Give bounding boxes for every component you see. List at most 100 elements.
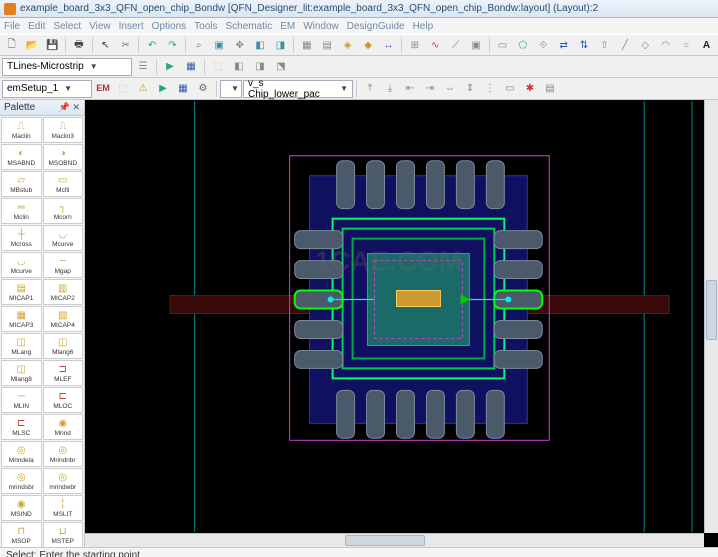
palette-item-mgap[interactable]: ╌Mgap (43, 252, 84, 278)
goto-results-icon[interactable]: ▦ (181, 58, 201, 76)
pan-icon[interactable]: ✥ (230, 36, 249, 54)
palette-item-mcurve[interactable]: ◡Mcurve (1, 252, 42, 278)
print-icon[interactable]: 🖶 (69, 36, 88, 54)
scrollbar-thumb[interactable] (706, 280, 717, 340)
em-setup-icon[interactable]: EM (93, 79, 113, 97)
measure-icon[interactable]: ↔ (379, 36, 398, 54)
menu-options[interactable]: Options (152, 21, 186, 32)
warning-icon[interactable]: ⚠ (133, 80, 153, 98)
save-icon[interactable]: 💾 (43, 36, 62, 54)
menu-schematic[interactable]: Schematic (226, 21, 273, 32)
redo-icon[interactable]: ↷ (163, 36, 182, 54)
menu-file[interactable]: File (4, 21, 20, 32)
menu-edit[interactable]: Edit (28, 21, 45, 32)
layer-swatch-dropdown[interactable]: ▼ (220, 80, 242, 98)
palette-item-mloc[interactable]: ⊏MLOC (43, 387, 84, 413)
center-v-icon[interactable]: ⇕ (460, 80, 480, 98)
palette-item-maclin3[interactable]: ⎍Maclin3 (43, 117, 84, 143)
palette-item-mlin[interactable]: ─MLIN (1, 387, 42, 413)
menu-window[interactable]: Window (303, 21, 339, 32)
align-left-icon[interactable]: ⇤ (400, 80, 420, 98)
palette-item-mlang[interactable]: ◫MLang (1, 333, 42, 359)
palette-item-micap4[interactable]: ▧MICAP4 (43, 306, 84, 332)
layer-name-dropdown[interactable]: v_s Chip_lower_pac ▼ (243, 80, 353, 98)
palette-item-maclin[interactable]: ⎍Maclin (1, 117, 42, 143)
poly-icon[interactable]: ⬠ (513, 36, 532, 54)
view-front-icon[interactable]: ◧ (229, 58, 249, 76)
layers-icon[interactable]: ▤ (318, 36, 337, 54)
horizontal-scrollbar[interactable] (85, 533, 704, 547)
settings-icon[interactable]: ◈ (338, 36, 357, 54)
results-icon[interactable]: ▦ (173, 80, 193, 98)
palette-item-mlang8[interactable]: ◫Mlang8 (1, 360, 42, 386)
ic-icon[interactable]: ▣ (466, 36, 485, 54)
palette-item-mrindwbr[interactable]: ◎mrindwbr (43, 468, 84, 494)
align-bottom-icon[interactable]: ⤓ (380, 80, 400, 98)
align-right-icon[interactable]: ⇥ (420, 80, 440, 98)
curve-icon[interactable]: ◠ (656, 36, 675, 54)
cube-icon[interactable]: ⬚ (113, 80, 133, 98)
new-icon[interactable]: 🗋 (2, 36, 21, 54)
list-icon[interactable]: ☰ (133, 58, 153, 76)
palette-item-mcurve[interactable]: ◡Mcurve (43, 225, 84, 251)
flip-h-icon[interactable]: ⇄ (554, 36, 573, 54)
palette-item-micap1[interactable]: ▤MICAP1 (1, 279, 42, 305)
palette-item-mrind[interactable]: ◉Mrind (43, 414, 84, 440)
arrow-up-icon[interactable]: ⇧ (595, 36, 614, 54)
palette-item-msabnd[interactable]: ◐MSABND (1, 144, 42, 170)
palette-item-mcorn[interactable]: ┐Mcorn (43, 198, 84, 224)
open-icon[interactable]: 📂 (22, 36, 41, 54)
layout-canvas[interactable]: 1CAE.COM (85, 100, 704, 533)
rotate-45-icon[interactable]: ⟐ (534, 36, 553, 54)
palette-item-mcfil[interactable]: ▭Mcfil (43, 171, 84, 197)
align-top-icon[interactable]: ⤒ (360, 80, 380, 98)
group-icon[interactable]: ▭ (500, 80, 520, 98)
snap-icon[interactable]: ✱ (520, 80, 540, 98)
palette-item-msind[interactable]: ◉MSIND (1, 495, 42, 521)
component-icon[interactable]: ⊞ (405, 36, 424, 54)
view-side-icon[interactable]: ◨ (250, 58, 270, 76)
circle-icon[interactable]: ○ (676, 36, 695, 54)
palette-category-dropdown[interactable]: TLines-Microstrip ▼ (2, 58, 132, 76)
menu-designguide[interactable]: DesignGuide (347, 21, 405, 32)
palette-item-mrindnbr[interactable]: ◎Mrindnbr (43, 441, 84, 467)
em-setup-dropdown[interactable]: emSetup_1 ▼ (2, 80, 92, 98)
palette-item-msop[interactable]: ⊓MSOP (1, 522, 42, 547)
palette-item-mlang6[interactable]: ◫Mlang6 (43, 333, 84, 359)
cut-icon[interactable]: ✂ (116, 36, 135, 54)
wire-icon[interactable]: ∿ (426, 36, 445, 54)
gear-icon[interactable]: ⚙ (193, 80, 213, 98)
palette-item-mclin[interactable]: ═Mclin (1, 198, 42, 224)
zoom-area-icon[interactable]: ⌕ (189, 36, 208, 54)
menu-insert[interactable]: Insert (119, 21, 144, 32)
undo-icon[interactable]: ↶ (142, 36, 161, 54)
menu-tools[interactable]: Tools (194, 21, 217, 32)
palette-item-mstep[interactable]: ⊔MSTEP (43, 522, 84, 547)
pointer-icon[interactable]: ↖ (96, 36, 115, 54)
flip-v-icon[interactable]: ⇅ (574, 36, 593, 54)
goto-schematic-icon[interactable]: ▶ (160, 58, 180, 76)
center-h-icon[interactable]: ⇔ (440, 80, 460, 98)
view3d-icon[interactable]: ⬚ (208, 58, 228, 76)
options-icon[interactable]: ◆ (358, 36, 377, 54)
palette-item-msobnd[interactable]: ◑MSOBND (43, 144, 84, 170)
palette-item-mlsc[interactable]: ⊏MLSC (1, 414, 42, 440)
palette-item-micap3[interactable]: ▦MICAP3 (1, 306, 42, 332)
menu-help[interactable]: Help (413, 21, 434, 32)
shape-icon[interactable]: ◇ (636, 36, 655, 54)
vertical-scrollbar[interactable] (704, 100, 718, 533)
rect-icon[interactable]: ▭ (493, 36, 512, 54)
line-icon[interactable]: ╱ (615, 36, 634, 54)
path-icon[interactable]: ⟋ (446, 36, 465, 54)
ruler-icon[interactable]: ▤ (540, 80, 560, 98)
palette-item-mrindsbr[interactable]: ◎mrindsbr (1, 468, 42, 494)
view-iso-icon[interactable]: ⬔ (271, 58, 291, 76)
palette-item-mbstub[interactable]: ▱MBstub (1, 171, 42, 197)
palette-item-mlef[interactable]: ⊐MLEF (43, 360, 84, 386)
pin-icon[interactable]: 📌 ✕ (59, 102, 80, 113)
scrollbar-thumb[interactable] (345, 535, 425, 546)
palette-item-micap2[interactable]: ▥MICAP2 (43, 279, 84, 305)
palette-item-mslit[interactable]: ╎MSLIT (43, 495, 84, 521)
palette-item-mrindela[interactable]: ◎Mrindela (1, 441, 42, 467)
menu-select[interactable]: Select (53, 21, 81, 32)
